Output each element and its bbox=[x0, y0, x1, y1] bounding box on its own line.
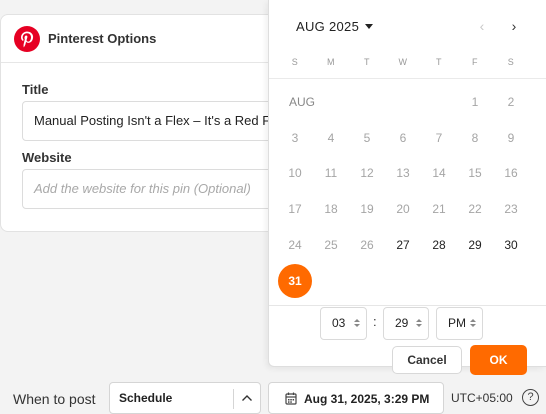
day-cell[interactable]: 18 bbox=[313, 193, 349, 225]
weekday-label: M bbox=[327, 57, 335, 67]
day-cell[interactable]: 6 bbox=[385, 122, 421, 154]
schedule-value: Schedule bbox=[119, 391, 173, 405]
cancel-button[interactable]: Cancel bbox=[392, 346, 462, 374]
day-cell[interactable]: 9 bbox=[493, 122, 529, 154]
day-cell[interactable]: 15 bbox=[457, 157, 493, 189]
day-cell[interactable]: 7 bbox=[421, 122, 457, 154]
pinterest-options-card: Pinterest Options Title Manual Posting I… bbox=[0, 14, 300, 232]
spinner-arrows-icon bbox=[416, 319, 422, 329]
day-cell[interactable]: 20 bbox=[385, 193, 421, 225]
post-scheduler: Pinterest Options Title Manual Posting I… bbox=[0, 0, 546, 414]
select-separator bbox=[233, 389, 234, 409]
day-cell[interactable]: 11 bbox=[313, 157, 349, 189]
period-spinner[interactable]: PM bbox=[436, 307, 483, 340]
pinterest-logo-icon bbox=[14, 26, 40, 52]
day-cell[interactable]: 25 bbox=[313, 229, 349, 261]
day-cell[interactable]: 19 bbox=[349, 193, 385, 225]
weekday-label: S bbox=[291, 57, 299, 67]
weekday-label: S bbox=[507, 57, 515, 67]
day-cell[interactable]: 10 bbox=[277, 157, 313, 189]
calendar-divider bbox=[269, 78, 546, 79]
hour-spinner[interactable]: 03 bbox=[320, 307, 367, 340]
chevron-right-icon[interactable]: › bbox=[504, 16, 524, 36]
title-label: Title bbox=[22, 82, 49, 97]
timezone-label: UTC+05:00 bbox=[451, 391, 513, 405]
time-separator: : bbox=[373, 314, 377, 329]
day-cell[interactable]: 29 bbox=[457, 229, 493, 261]
day-cell[interactable]: 3 bbox=[277, 122, 313, 154]
pinterest-card-header: Pinterest Options bbox=[1, 15, 299, 63]
website-input[interactable]: Add the website for this pin (Optional) bbox=[22, 169, 282, 209]
day-cell[interactable]: 17 bbox=[277, 193, 313, 225]
day-cell[interactable]: 28 bbox=[421, 229, 457, 261]
selected-day-cell[interactable]: 31 bbox=[278, 264, 312, 298]
title-input[interactable]: Manual Posting Isn't a Flex – It's a Red… bbox=[22, 101, 282, 141]
month-year-label: AUG 2025 bbox=[296, 19, 360, 34]
day-cell[interactable]: 16 bbox=[493, 157, 529, 189]
day-cell[interactable]: 22 bbox=[457, 193, 493, 225]
date-time-button[interactable]: Aug 31, 2025, 3:29 PM bbox=[268, 382, 444, 414]
day-cell[interactable]: 24 bbox=[277, 229, 313, 261]
day-cell[interactable]: 30 bbox=[493, 229, 529, 261]
day-cell[interactable]: 27 bbox=[385, 229, 421, 261]
minute-value: 29 bbox=[395, 316, 409, 330]
time-divider bbox=[269, 305, 546, 306]
day-cell[interactable]: 2 bbox=[493, 86, 529, 118]
spinner-arrows-icon bbox=[470, 319, 476, 329]
schedule-select[interactable]: Schedule bbox=[109, 382, 261, 414]
day-cell[interactable]: 12 bbox=[349, 157, 385, 189]
selected-date-time: Aug 31, 2025, 3:29 PM bbox=[304, 392, 430, 406]
day-cell[interactable]: 23 bbox=[493, 193, 529, 225]
hour-value: 03 bbox=[332, 316, 346, 330]
minute-spinner[interactable]: 29 bbox=[383, 307, 429, 340]
ok-button[interactable]: OK bbox=[470, 345, 527, 375]
chevron-up-icon bbox=[242, 395, 252, 401]
calendar-icon bbox=[285, 392, 297, 405]
day-cell[interactable]: 8 bbox=[457, 122, 493, 154]
day-cell[interactable]: 26 bbox=[349, 229, 385, 261]
day-cell[interactable]: 1 bbox=[457, 86, 493, 118]
day-cell[interactable]: 21 bbox=[421, 193, 457, 225]
day-cell[interactable]: 14 bbox=[421, 157, 457, 189]
day-cell[interactable]: 4 bbox=[313, 122, 349, 154]
website-label: Website bbox=[22, 150, 72, 165]
when-to-post-label: When to post bbox=[13, 391, 96, 407]
period-value: PM bbox=[448, 316, 466, 330]
help-icon[interactable]: ? bbox=[522, 389, 539, 406]
month-year-dropdown[interactable]: AUG 2025 bbox=[296, 19, 374, 34]
day-cell[interactable]: 5 bbox=[349, 122, 385, 154]
chevron-left-icon[interactable]: ‹ bbox=[472, 16, 492, 36]
month-abbreviation: AUG bbox=[289, 95, 316, 109]
weekday-label: T bbox=[364, 57, 370, 67]
pinterest-options-title: Pinterest Options bbox=[48, 31, 157, 46]
weekday-label: F bbox=[472, 57, 478, 67]
day-cell[interactable]: 13 bbox=[385, 157, 421, 189]
spinner-arrows-icon bbox=[354, 319, 360, 329]
weekday-label: W bbox=[398, 57, 408, 67]
caret-down-icon bbox=[365, 24, 374, 29]
weekday-label: T bbox=[436, 57, 442, 67]
